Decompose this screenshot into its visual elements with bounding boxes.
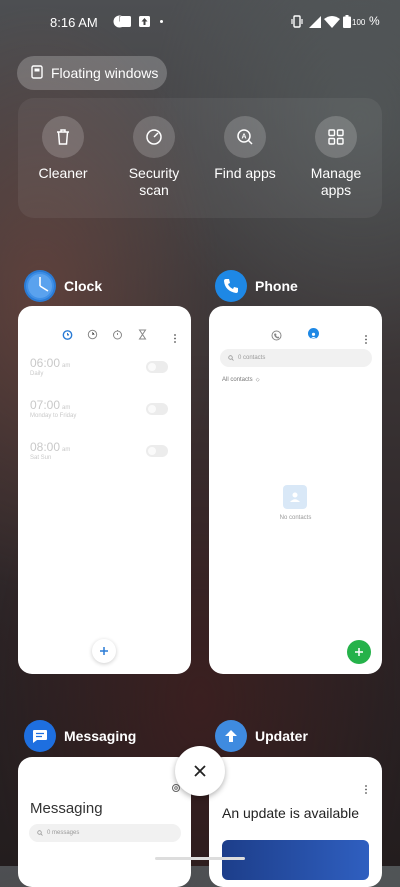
find-apps-label: Find apps xyxy=(214,165,276,181)
contacts-search-input[interactable]: 0 contacts xyxy=(220,349,372,367)
chevron-down-icon: ◇ xyxy=(255,377,260,383)
status-time: 8:16 AM xyxy=(50,15,98,30)
battery-level: 100 xyxy=(352,18,366,27)
wifi-icon xyxy=(324,15,340,28)
home-gesture-bar[interactable] xyxy=(155,857,245,860)
security-scan-button[interactable]: Security scan xyxy=(114,116,194,199)
battery-percent-sign: % xyxy=(369,14,380,28)
alarm-ampm: am xyxy=(62,363,71,369)
trash-icon xyxy=(42,116,84,158)
timer-tab-icon[interactable] xyxy=(137,327,148,345)
alarm-toggle[interactable] xyxy=(146,445,168,457)
more-notifications-dot-icon xyxy=(160,20,163,23)
manage-apps-button[interactable]: Manage apps xyxy=(296,116,376,199)
phone-app-name: Phone xyxy=(255,278,298,294)
floating-window-icon xyxy=(31,64,43,82)
no-contacts-label: No contacts xyxy=(279,515,312,521)
signal-icon xyxy=(309,15,322,28)
messaging-app-icon xyxy=(24,720,56,752)
plus-icon xyxy=(100,647,108,655)
alarm-row[interactable]: 06:00 am Daily xyxy=(30,356,180,390)
messaging-app-name: Messaging xyxy=(64,728,137,744)
alarm-time: 08:00 xyxy=(30,440,61,454)
security-scan-label: Security scan xyxy=(128,165,180,198)
svg-text:A: A xyxy=(241,134,246,141)
clock-app-name: Clock xyxy=(64,278,103,294)
grid-icon xyxy=(315,116,357,158)
alarm-time: 07:00 xyxy=(30,398,61,412)
close-all-button[interactable] xyxy=(175,746,225,796)
search-icon xyxy=(37,830,43,836)
world-clock-tab-icon[interactable] xyxy=(87,327,98,345)
upload-notification-icon xyxy=(138,15,151,28)
phone-app-card[interactable]: 0 contacts All contacts ◇ No contacts xyxy=(209,306,382,674)
cleaner-label: Cleaner xyxy=(38,165,88,181)
plus-icon xyxy=(355,648,363,656)
clock-more-options-icon[interactable] xyxy=(173,330,177,348)
messages-search-placeholder: 0 messages xyxy=(47,830,80,836)
clock-app-icon xyxy=(24,270,56,302)
alarm-toggle[interactable] xyxy=(146,361,168,373)
find-apps-button[interactable]: A Find apps xyxy=(205,116,285,182)
messaging-app-card[interactable]: Messaging 0 messages xyxy=(18,757,191,887)
update-available-title: An update is available xyxy=(222,805,359,821)
phone-app-icon xyxy=(215,270,247,302)
alarm-ampm: am xyxy=(62,447,71,453)
updater-app-header[interactable]: Updater xyxy=(215,720,308,752)
vibrate-icon xyxy=(290,15,303,28)
updater-more-options-icon[interactable] xyxy=(364,781,368,799)
close-icon xyxy=(194,765,206,777)
call-log-tab-icon[interactable] xyxy=(271,328,282,346)
phone-more-options-icon[interactable] xyxy=(364,331,368,349)
find-apps-icon: A xyxy=(224,116,266,158)
search-icon xyxy=(228,355,234,361)
messaging-app-header[interactable]: Messaging xyxy=(24,720,136,752)
alarm-ampm: am xyxy=(62,405,71,411)
status-bar: 8:16 AM 100 % xyxy=(0,0,400,44)
alarm-row[interactable]: 08:00 am Sat Sun xyxy=(30,440,180,474)
alarm-tab-icon[interactable] xyxy=(62,327,73,345)
clock-app-header[interactable]: Clock xyxy=(24,270,102,302)
add-contact-button[interactable] xyxy=(347,640,371,664)
empty-contacts-icon xyxy=(283,485,307,509)
manage-apps-label: Manage apps xyxy=(310,165,362,198)
stopwatch-tab-icon[interactable] xyxy=(112,327,123,345)
cleaner-button[interactable]: Cleaner xyxy=(23,116,103,182)
floating-windows-label: Floating windows xyxy=(51,65,159,81)
phone-app-header[interactable]: Phone xyxy=(215,270,298,302)
contacts-filter-dropdown[interactable]: All contacts ◇ xyxy=(222,377,260,383)
updater-app-card[interactable]: An update is available xyxy=(209,757,382,887)
contacts-tab-icon[interactable] xyxy=(308,328,319,339)
updater-app-name: Updater xyxy=(255,728,308,744)
updater-app-icon xyxy=(215,720,247,752)
gauge-icon xyxy=(133,116,175,158)
update-banner-image xyxy=(222,840,369,880)
messaging-title: Messaging xyxy=(30,800,103,817)
clock-app-card[interactable]: 06:00 am Daily 07:00 am Monday to Friday 0… xyxy=(18,306,191,674)
floating-windows-button[interactable]: Floating windows xyxy=(17,56,167,90)
contacts-filter-label: All contacts xyxy=(222,377,253,383)
add-alarm-button[interactable] xyxy=(92,639,116,663)
alarm-time: 06:00 xyxy=(30,356,61,370)
square-notification-icon xyxy=(119,15,132,28)
alarm-row[interactable]: 07:00 am Monday to Friday xyxy=(30,398,180,432)
contacts-search-placeholder: 0 contacts xyxy=(238,355,266,361)
alarm-toggle[interactable] xyxy=(146,403,168,415)
messages-search-input[interactable]: 0 messages xyxy=(29,824,181,842)
